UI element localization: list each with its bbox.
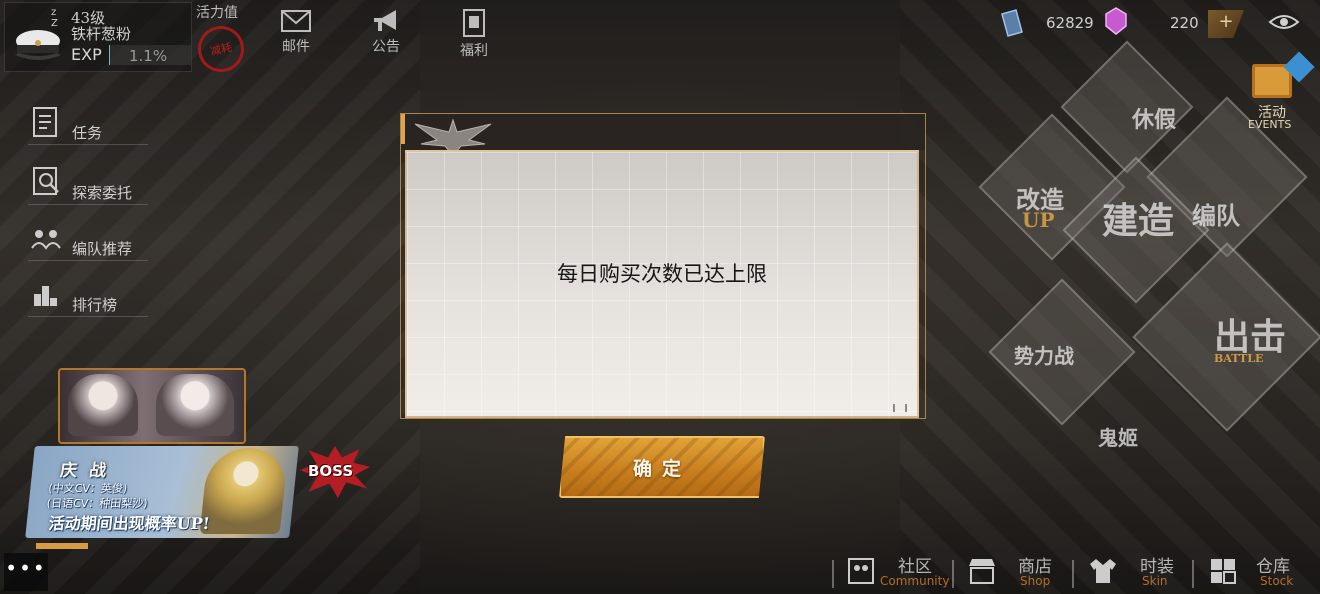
menu-label-exploration: 探索委托: [72, 184, 133, 202]
oil-book-icon: [1001, 9, 1023, 37]
group-icon: [31, 230, 61, 250]
fleet-label: 编队: [1192, 201, 1240, 230]
banner-title: 庆战: [59, 461, 120, 481]
oil-amount: 62829: [1046, 14, 1094, 32]
outfit-icon: [1090, 559, 1116, 583]
banner-cv-jp: (日语CV：种田梨沙): [46, 497, 149, 510]
vigor-stamp: 减耗: [193, 21, 249, 77]
nav-skin[interactable]: 时装 Skin: [1072, 552, 1192, 592]
banner-page-indicator: [36, 543, 88, 549]
oil-counter: 62829: [1046, 6, 1094, 40]
megaphone-icon: [374, 10, 396, 31]
podium-icon: [34, 286, 57, 306]
banner-promo: 活动期间出现概率UP!: [47, 514, 211, 533]
exp-percent: 1.1%: [129, 47, 168, 65]
skin-en-label: Skin: [1142, 574, 1168, 588]
banner-cv-cn: (中文CV：英俊): [47, 482, 128, 495]
player-name: 铁杆葱粉: [71, 25, 132, 43]
confirm-label: 确定: [632, 458, 691, 480]
notice-label: 公告: [372, 39, 400, 55]
events-button[interactable]: 活动 EVENTS: [1238, 51, 1315, 142]
community-icon: [848, 558, 874, 584]
shop-icon: [969, 559, 995, 584]
construct-label: 建造: [1102, 200, 1175, 242]
cards-icon: [463, 9, 485, 37]
events-en-label: EVENTS: [1248, 118, 1292, 131]
gem-counter: 220: [1170, 6, 1199, 40]
boss-label: BOSS: [308, 462, 354, 480]
menu-label-fleet-recommend: 编队推荐: [72, 240, 133, 258]
faction-war-label: 势力战: [1014, 344, 1074, 368]
menu-label-tasks: 任务: [72, 124, 103, 142]
notice-button[interactable]: 公告: [356, 8, 416, 56]
gem-amount: 220: [1170, 14, 1199, 32]
dialog-body: 每日购买次数已达上限: [405, 150, 919, 418]
sleep-zz-icon: zZ: [51, 7, 58, 29]
community-en-label: Community: [880, 574, 950, 588]
search-document-icon: [33, 167, 59, 195]
exp-label: EXP: [71, 45, 102, 64]
captain-hat-icon: [15, 30, 61, 60]
menu-label-ranking: 排行榜: [72, 296, 118, 314]
event-banner[interactable]: 庆战 (中文CV：英俊) (日语CV：种田梨沙) 活动期间出现概率UP!: [25, 446, 299, 538]
player-profile[interactable]: zZ 43级 铁杆葱粉 EXP 1.1%: [4, 2, 192, 72]
menu-item-exploration[interactable]: 探索委托: [28, 164, 178, 208]
shop-en-label: Shop: [1020, 574, 1051, 588]
dialog-accent: [401, 114, 405, 144]
limit-dialog: 每日购买次数已达上限: [400, 113, 926, 419]
confirm-button[interactable]: 确定: [559, 436, 765, 498]
ghost-label: 鬼姬: [1098, 426, 1138, 450]
mail-label: 邮件: [282, 39, 310, 55]
welfare-label: 福利: [460, 43, 488, 59]
vacation-label: 休假: [1132, 107, 1177, 133]
nav-community[interactable]: 社区 Community: [832, 552, 952, 592]
vigor-label: 活力值: [196, 5, 238, 21]
boss-button[interactable]: BOSS: [300, 446, 370, 498]
dialog-message: 每日购买次数已达上限: [557, 262, 767, 286]
nav-stock[interactable]: 仓库 Stock: [1192, 552, 1312, 592]
character-portrait: [68, 374, 138, 436]
battle-en-label: BATTLE: [1214, 352, 1264, 365]
vigor-indicator[interactable]: 活力值 减耗: [193, 0, 252, 77]
menu-item-fleet-recommend[interactable]: 编队推荐: [28, 220, 178, 264]
welfare-button[interactable]: 福利: [444, 8, 504, 60]
character-banner-small[interactable]: [58, 368, 246, 444]
menu-item-ranking[interactable]: 排行榜: [28, 276, 178, 320]
stock-en-label: Stock: [1260, 574, 1294, 588]
mail-icon: [281, 10, 311, 32]
dialog-corner-mark: [893, 404, 907, 412]
mail-button[interactable]: 邮件: [266, 8, 326, 56]
nav-shop[interactable]: 商店 Shop: [952, 552, 1072, 592]
character-portrait: [199, 448, 289, 534]
more-menu-button[interactable]: •••: [4, 553, 48, 591]
clipboard-icon: [33, 107, 57, 137]
menu-item-tasks[interactable]: 任务: [28, 104, 178, 148]
character-portrait: [156, 374, 234, 436]
eye-icon[interactable]: [1268, 10, 1300, 34]
remodel-up-label: UP: [1022, 208, 1055, 232]
warehouse-icon: [1211, 559, 1236, 584]
gem-icon: [1105, 7, 1127, 35]
